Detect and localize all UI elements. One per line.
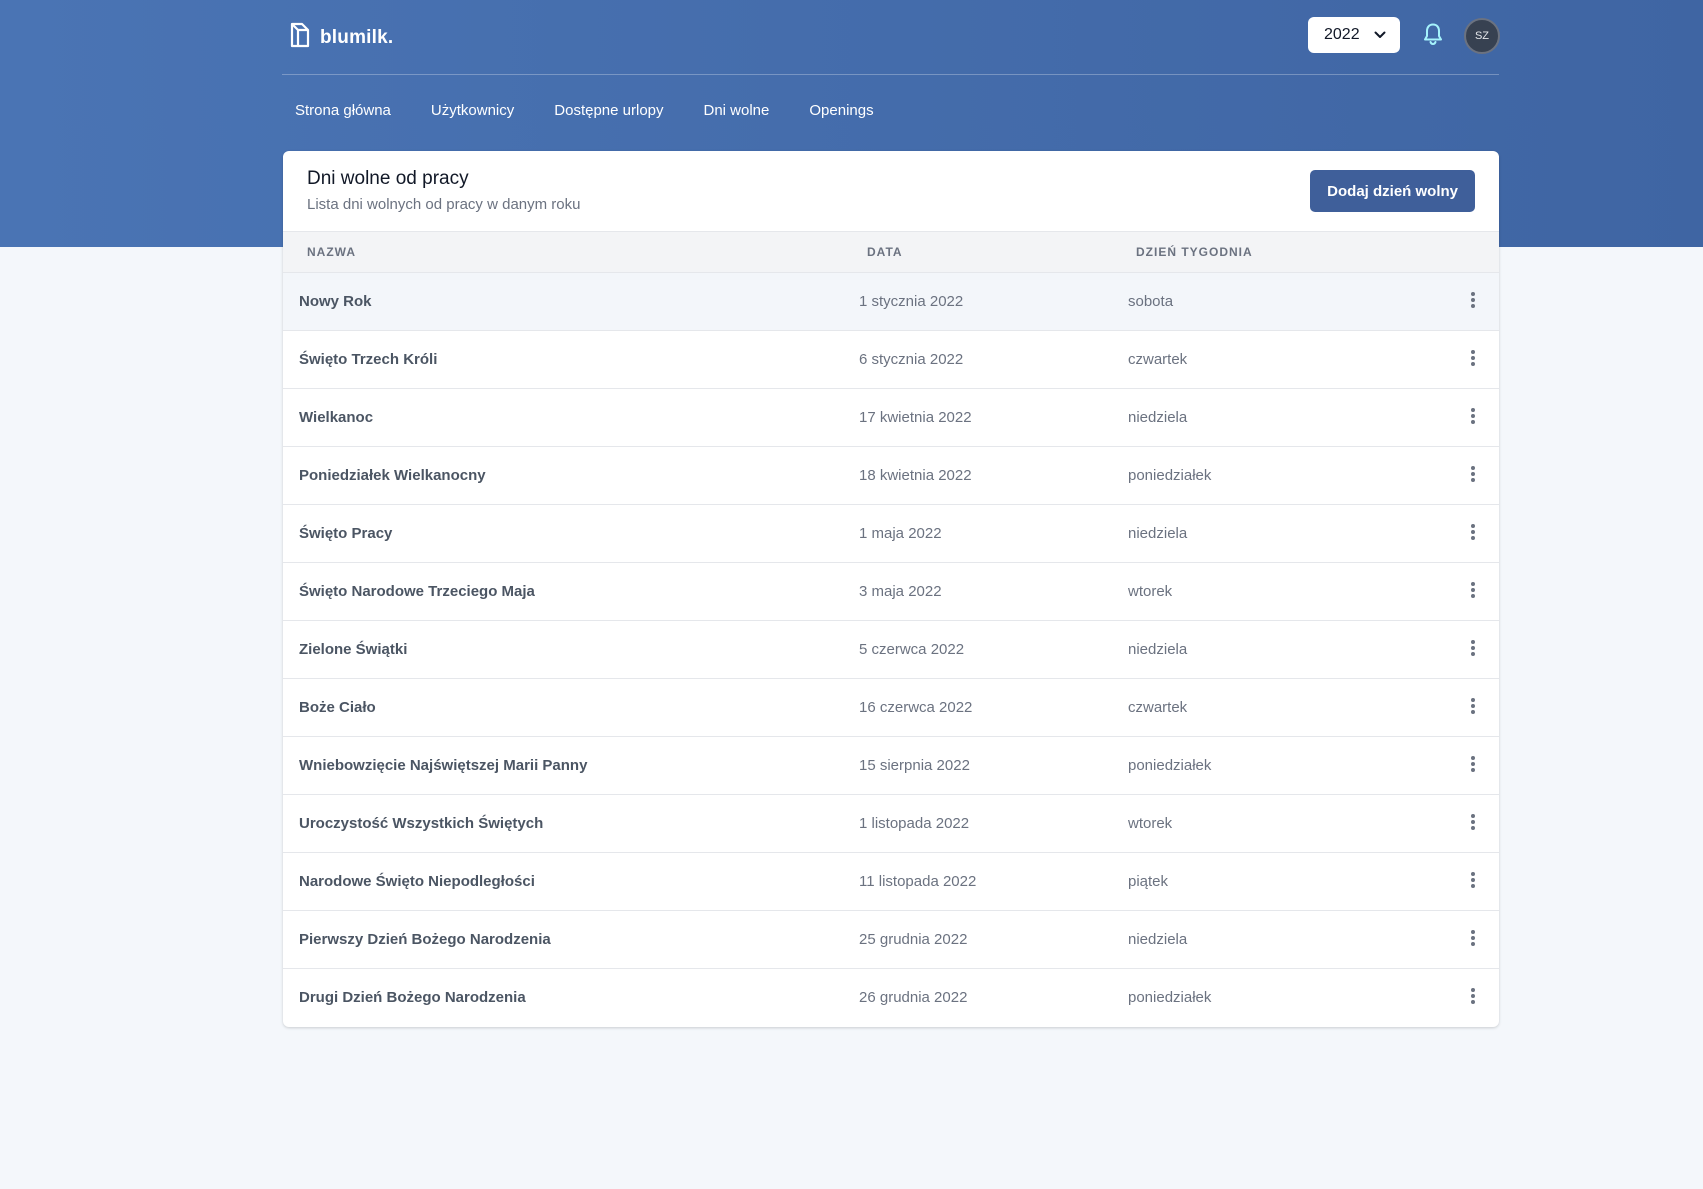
brand-logo[interactable]: blumilk. xyxy=(288,22,393,53)
dots-vertical-icon[interactable] xyxy=(1463,985,1483,1007)
holiday-name: Święto Pracy xyxy=(299,525,393,542)
column-header-weekday: DZIEŃ TYGODNIA xyxy=(1136,245,1253,259)
table-row[interactable]: Zielone Świątki 5 czerwca 2022 niedziela xyxy=(283,621,1499,679)
holiday-weekday: wtorek xyxy=(1128,815,1173,832)
holiday-weekday: niedziela xyxy=(1128,931,1188,948)
dots-vertical-icon[interactable] xyxy=(1463,927,1483,949)
holiday-date: 5 czerwca 2022 xyxy=(859,641,965,658)
holiday-weekday: czwartek xyxy=(1128,699,1188,716)
holiday-name: Nowy Rok xyxy=(299,293,372,310)
holiday-date: 11 listopada 2022 xyxy=(859,873,977,890)
avatar[interactable]: SZ xyxy=(1464,18,1500,54)
add-holiday-button[interactable]: Dodaj dzień wolny xyxy=(1310,170,1475,212)
dots-vertical-icon[interactable] xyxy=(1463,695,1483,717)
table-body: Nowy Rok 1 stycznia 2022 sobota Święto Trze… xyxy=(283,273,1499,1027)
page-subtitle: Lista dni wolnych od pracy w danym roku xyxy=(307,196,581,213)
year-select-value: 2022 xyxy=(1324,26,1360,43)
dots-vertical-icon[interactable] xyxy=(1463,405,1483,427)
table-row[interactable]: Pierwszy Dzień Bożego Narodzenia 25 grudn… xyxy=(283,911,1499,969)
dots-vertical-icon[interactable] xyxy=(1463,521,1483,543)
table-row[interactable]: Święto Pracy 1 maja 2022 niedziela xyxy=(283,505,1499,563)
nav-item-users[interactable]: Użytkownicy xyxy=(419,102,526,119)
holiday-name: Narodowe Święto Niepodległości xyxy=(299,873,535,890)
holiday-weekday: poniedziałek xyxy=(1128,757,1212,774)
holiday-date: 3 maja 2022 xyxy=(859,583,942,600)
dots-vertical-icon[interactable] xyxy=(1463,347,1483,369)
top-bar: blumilk. 2022 SZ xyxy=(282,0,1500,75)
table-row[interactable]: Boże Ciało 16 czerwca 2022 czwartek xyxy=(283,679,1499,737)
holiday-name: Zielone Świątki xyxy=(299,641,408,658)
dots-vertical-icon[interactable] xyxy=(1463,869,1483,891)
dots-vertical-icon[interactable] xyxy=(1463,811,1483,833)
holiday-date: 15 sierpnia 2022 xyxy=(859,757,970,774)
holiday-weekday: niedziela xyxy=(1128,409,1188,426)
holiday-weekday: poniedziałek xyxy=(1128,467,1212,484)
column-header-date: DATA xyxy=(867,245,903,259)
year-select[interactable]: 2022 xyxy=(1308,17,1400,53)
holiday-weekday: czwartek xyxy=(1128,351,1188,368)
nav-item-home[interactable]: Strona główna xyxy=(282,102,403,119)
chevron-down-icon xyxy=(1374,26,1386,44)
holiday-name: Poniedziałek Wielkanocny xyxy=(299,467,486,484)
holiday-name: Wielkanoc xyxy=(299,409,374,426)
nav-item-openings[interactable]: Openings xyxy=(797,102,885,119)
holiday-name: Święto Narodowe Trzeciego Maja xyxy=(299,583,535,600)
table-row[interactable]: Narodowe Święto Niepodległości 11 listopa… xyxy=(283,853,1499,911)
holiday-name: Wniebowzięcie Najświętszej Marii Panny xyxy=(299,757,588,774)
table-row[interactable]: Poniedziałek Wielkanocny 18 kwietnia 2022… xyxy=(283,447,1499,505)
holiday-name: Uroczystość Wszystkich Świętych xyxy=(299,815,544,832)
brand-name: blumilk. xyxy=(320,26,394,48)
holiday-date: 18 kwietnia 2022 xyxy=(859,467,972,484)
holiday-date: 1 maja 2022 xyxy=(859,525,942,542)
table-header: NAZWA DATA DZIEŃ TYGODNIA xyxy=(283,231,1499,273)
holiday-name: Drugi Dzień Bożego Narodzenia xyxy=(299,989,526,1006)
page-title: Dni wolne od pracy xyxy=(307,168,469,189)
holiday-date: 16 czerwca 2022 xyxy=(859,699,973,716)
nav-item-available-vacations[interactable]: Dostępne urlopy xyxy=(542,102,675,119)
holiday-date: 26 grudnia 2022 xyxy=(859,989,968,1006)
milk-carton-icon xyxy=(288,22,312,53)
table-row[interactable]: Wniebowzięcie Najświętszej Marii Panny 15… xyxy=(283,737,1499,795)
dots-vertical-icon[interactable] xyxy=(1463,637,1483,659)
holiday-date: 6 stycznia 2022 xyxy=(859,351,964,368)
holiday-date: 1 listopada 2022 xyxy=(859,815,970,832)
dots-vertical-icon[interactable] xyxy=(1463,289,1483,311)
avatar-initials: SZ xyxy=(1474,30,1490,42)
dots-vertical-icon[interactable] xyxy=(1463,463,1483,485)
card-header: Dni wolne od pracy Lista dni wolnych od … xyxy=(283,151,1499,231)
holiday-weekday: piątek xyxy=(1128,873,1169,890)
holiday-date: 17 kwietnia 2022 xyxy=(859,409,972,426)
holiday-weekday: wtorek xyxy=(1128,583,1173,600)
holiday-name: Pierwszy Dzień Bożego Narodzenia xyxy=(299,931,551,948)
table-row[interactable]: Święto Narodowe Trzeciego Maja 3 maja 202… xyxy=(283,563,1499,621)
holidays-card: Dni wolne od pracy Lista dni wolnych od … xyxy=(283,151,1499,1027)
holiday-date: 1 stycznia 2022 xyxy=(859,293,964,310)
holiday-name: Święto Trzech Króli xyxy=(299,351,438,368)
nav-item-holidays[interactable]: Dni wolne xyxy=(692,102,782,119)
table-row[interactable]: Nowy Rok 1 stycznia 2022 sobota xyxy=(283,273,1499,331)
table-row[interactable]: Święto Trzech Króli 6 stycznia 2022 czwart… xyxy=(283,331,1499,389)
holiday-weekday: poniedziałek xyxy=(1128,989,1212,1006)
holiday-date: 25 grudnia 2022 xyxy=(859,931,968,948)
dots-vertical-icon[interactable] xyxy=(1463,579,1483,601)
column-header-name: NAZWA xyxy=(307,245,356,259)
dots-vertical-icon[interactable] xyxy=(1463,753,1483,775)
main-nav: Strona główna Użytkownicy Dostępne urlop… xyxy=(282,102,902,119)
table-row[interactable]: Drugi Dzień Bożego Narodzenia 26 grudnia … xyxy=(283,969,1499,1027)
bell-icon[interactable] xyxy=(1422,22,1444,51)
holiday-weekday: niedziela xyxy=(1128,641,1188,658)
table-row[interactable]: Uroczystość Wszystkich Świętych 1 listopa… xyxy=(283,795,1499,853)
holiday-weekday: niedziela xyxy=(1128,525,1188,542)
holiday-weekday: sobota xyxy=(1128,293,1174,310)
holiday-name: Boże Ciało xyxy=(299,699,376,716)
table-row[interactable]: Wielkanoc 17 kwietnia 2022 niedziela xyxy=(283,389,1499,447)
